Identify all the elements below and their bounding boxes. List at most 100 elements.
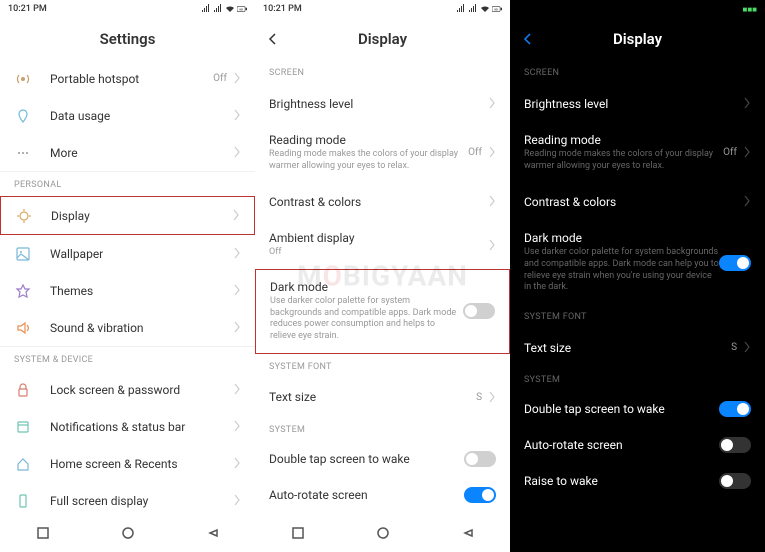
section-header: PERSONAL xyxy=(0,172,255,196)
display-row-auto-rotate-screen[interactable]: Auto-rotate screen xyxy=(255,477,510,513)
row-value: Off xyxy=(468,147,482,158)
toggle-switch[interactable] xyxy=(719,437,751,453)
display-row-brightness-level[interactable]: Brightness level xyxy=(255,84,510,123)
chevron-right-icon xyxy=(488,388,496,407)
chevron-right-icon xyxy=(232,206,240,225)
display-row-auto-rotate-screen[interactable]: Auto-rotate screen xyxy=(510,427,765,463)
settings-row-sound-vibration[interactable]: Sound & vibration xyxy=(0,309,255,346)
row-label: Brightness level xyxy=(269,97,488,111)
header: Display xyxy=(510,18,765,60)
lock-icon xyxy=(14,381,32,399)
settings-sections: PERSONAL Display Wallpaper Themes Sound … xyxy=(0,171,255,516)
chevron-right-icon xyxy=(488,94,496,113)
nav-back[interactable] xyxy=(291,525,305,544)
display-row-brightness-level[interactable]: Brightness level xyxy=(510,84,765,123)
chevron-right-icon xyxy=(233,454,241,473)
status-bar: 10:21 PM 98 xyxy=(255,0,510,18)
row-label: Double tap screen to wake xyxy=(524,402,719,416)
nav-home[interactable] xyxy=(121,525,135,544)
signal-icon xyxy=(468,4,478,14)
display-row-double-tap-screen-to-wake[interactable]: Double tap screen to wake xyxy=(510,391,765,427)
display-row-text-size[interactable]: Text size S xyxy=(510,328,765,367)
toggle-switch[interactable] xyxy=(463,303,495,319)
section-header: SYSTEM xyxy=(255,417,510,441)
chevron-right-icon xyxy=(488,192,496,211)
toggle-switch[interactable] xyxy=(464,487,496,503)
settings-row-wallpaper[interactable]: Wallpaper xyxy=(0,235,255,272)
page-title: Settings xyxy=(100,30,156,48)
page-title: Display xyxy=(613,30,662,48)
row-label: Notifications & status bar xyxy=(50,420,233,434)
chevron-right-icon xyxy=(743,94,751,113)
chevron-right-icon xyxy=(488,143,496,162)
settings-list[interactable]: Portable hotspot Off Data usage More PER… xyxy=(0,60,255,516)
row-label: Ambient display xyxy=(269,231,488,245)
row-subtitle: Reading mode makes the colors of your di… xyxy=(269,149,468,172)
nav-recents[interactable] xyxy=(206,525,220,544)
display-row-contrast-colors[interactable]: Contrast & colors xyxy=(510,182,765,221)
row-label: Reading mode xyxy=(524,133,723,147)
settings-row-lock-screen-password[interactable]: Lock screen & password xyxy=(0,371,255,408)
home-icon xyxy=(14,455,32,473)
row-subtitle: Use darker color palette for system back… xyxy=(524,247,719,294)
display-row-reading-mode[interactable]: Reading mode Reading mode makes the colo… xyxy=(255,123,510,182)
row-label: Brightness level xyxy=(524,97,743,111)
settings-row-portable-hotspot[interactable]: Portable hotspot Off xyxy=(0,60,255,97)
settings-screen: 10:21 PM 98 Settings Portable hotspot Of… xyxy=(0,0,255,552)
section-header: SCREEN xyxy=(510,60,765,84)
display-row-double-tap-screen-to-wake[interactable]: Double tap screen to wake xyxy=(255,441,510,477)
display-row-raise-to-wake[interactable]: Raise to wake xyxy=(510,463,765,499)
display-sections-dark: SCREEN Brightness level Reading mode Rea… xyxy=(510,60,765,499)
section-header: SCREEN xyxy=(255,60,510,84)
row-subtitle: Reading mode makes the colors of your di… xyxy=(524,149,723,172)
toggle-switch[interactable] xyxy=(464,451,496,467)
svg-text:98: 98 xyxy=(239,7,243,11)
display-row-reading-mode[interactable]: Reading mode Reading mode makes the colo… xyxy=(510,123,765,182)
header: Settings xyxy=(0,18,255,60)
back-button[interactable] xyxy=(267,30,279,49)
display-list[interactable]: SCREEN Brightness level Reading mode Rea… xyxy=(255,60,510,516)
chevron-right-icon xyxy=(233,143,241,162)
signal-icon xyxy=(213,4,223,14)
battery-icon: 98 xyxy=(237,4,247,14)
settings-row-home-screen-recents[interactable]: Home screen & Recents xyxy=(0,445,255,482)
display-row-ambient-display[interactable]: Ambient display Off xyxy=(255,221,510,269)
display-row-dark-mode[interactable]: Dark mode Use darker color palette for s… xyxy=(255,269,510,354)
display-list-dark[interactable]: SCREEN Brightness level Reading mode Rea… xyxy=(510,60,765,552)
row-label: More xyxy=(50,146,233,160)
settings-pre-items: Portable hotspot Off Data usage More xyxy=(0,60,255,171)
signal-icon xyxy=(456,4,466,14)
settings-row-data-usage[interactable]: Data usage xyxy=(0,97,255,134)
battery-icon: 98 xyxy=(492,4,502,14)
display-row-contrast-colors[interactable]: Contrast & colors xyxy=(255,182,510,221)
settings-row-full-screen-display[interactable]: Full screen display xyxy=(0,482,255,516)
toggle-switch[interactable] xyxy=(719,255,751,271)
more-icon xyxy=(14,144,32,162)
section-header: SYSTEM xyxy=(510,367,765,391)
row-label: Reading mode xyxy=(269,133,468,147)
chevron-right-icon xyxy=(233,380,241,399)
wallpaper-icon xyxy=(14,245,32,263)
chevron-right-icon xyxy=(233,106,241,125)
row-label: Text size xyxy=(269,390,476,404)
row-label: Raise to wake xyxy=(524,474,719,488)
nav-back[interactable] xyxy=(36,525,50,544)
settings-row-display[interactable]: Display xyxy=(0,196,255,235)
back-button[interactable] xyxy=(522,30,534,49)
settings-row-themes[interactable]: Themes xyxy=(0,272,255,309)
nav-recents[interactable] xyxy=(461,525,475,544)
section-header: SYSTEM FONT xyxy=(510,304,765,328)
row-label: Contrast & colors xyxy=(269,195,488,209)
display-row-text-size[interactable]: Text size S xyxy=(255,378,510,417)
section-header: SYSTEM FONT xyxy=(255,354,510,378)
display-row-dark-mode[interactable]: Dark mode Use darker color palette for s… xyxy=(510,221,765,304)
nav-home[interactable] xyxy=(376,525,390,544)
row-label: Contrast & colors xyxy=(524,195,743,209)
row-label: Portable hotspot xyxy=(50,72,213,86)
sound-icon xyxy=(14,319,32,337)
settings-row-notifications-status-bar[interactable]: Notifications & status bar xyxy=(0,408,255,445)
settings-row-more[interactable]: More xyxy=(0,134,255,171)
hotspot-icon xyxy=(14,70,32,88)
toggle-switch[interactable] xyxy=(719,473,751,489)
toggle-switch[interactable] xyxy=(719,401,751,417)
